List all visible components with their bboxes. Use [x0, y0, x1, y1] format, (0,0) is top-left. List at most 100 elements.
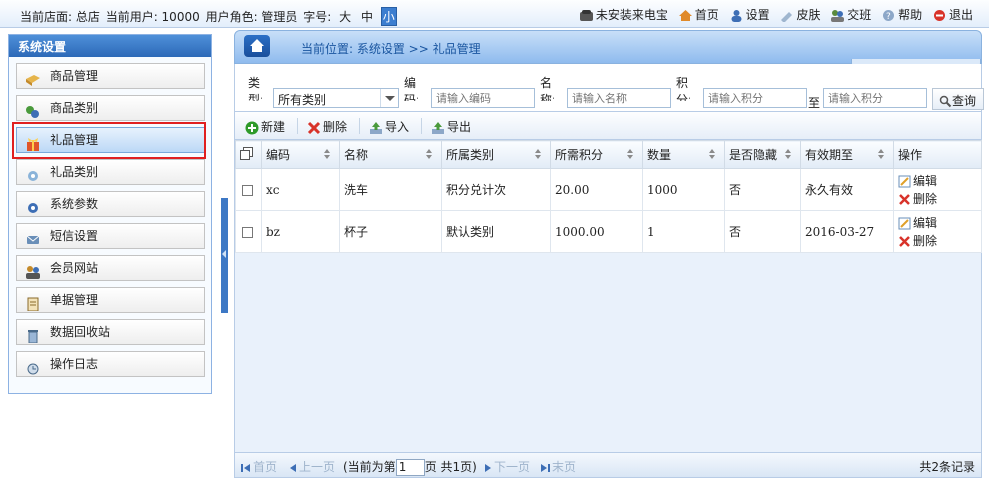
- sidebar-collapse-handle[interactable]: [221, 198, 228, 313]
- prev-page-label: 上一页: [299, 460, 336, 474]
- edit-icon: [898, 175, 911, 187]
- type-select[interactable]: 所有类别: [273, 88, 399, 108]
- sidebar-item-recycle-bin[interactable]: 数据回收站: [16, 319, 205, 345]
- code-label: 编码:: [404, 76, 418, 101]
- sidebar-item-label: 商品类别: [50, 101, 99, 115]
- select-all-header[interactable]: [235, 140, 262, 169]
- sidebar-item-product-management[interactable]: 商品管理: [16, 63, 205, 89]
- export-button[interactable]: 导出: [431, 118, 471, 135]
- column-header-label: 是否隐藏: [729, 148, 778, 162]
- first-page-icon: [241, 463, 250, 472]
- filter-bar: 类型: 所有类别 编码: 名称: 积分: 至 查询: [234, 64, 984, 112]
- cell-actions: 编辑 删除: [893, 168, 982, 211]
- column-header-category[interactable]: 所属类别: [441, 140, 551, 169]
- cell-hidden: 否: [724, 210, 801, 253]
- sidebar-item-label: 短信设置: [50, 229, 99, 243]
- pagination-bar: 首页 上一页 (当前为第 1 页 共1页) 下一页 末页 共2条记录: [234, 452, 982, 478]
- delete-link-label: 删除: [913, 191, 938, 206]
- table-row: xc 洗车 积分兑计次 20.00 1000 否 永久有效 编辑 删除: [235, 168, 982, 211]
- sort-icon: [785, 149, 792, 161]
- gift-table: 编码 名称 所属类别 所需积分 数量 是否隐藏 有效期至 操作 xc 洗车 积分…: [235, 140, 982, 253]
- breadcrumb: 当前位置: 系统设置 >> 礼品管理: [234, 30, 982, 71]
- font-size-medium[interactable]: 中: [359, 8, 375, 25]
- cell-name: 洗车: [339, 168, 442, 211]
- import-button-label: 导入: [385, 120, 410, 134]
- import-icon: [370, 121, 382, 134]
- sidebar-item-member-site[interactable]: 会员网站: [16, 255, 205, 281]
- font-size-small[interactable]: 小: [380, 7, 397, 26]
- next-page-button[interactable]: 下一页: [484, 458, 530, 475]
- exit-link[interactable]: 退出: [932, 8, 973, 22]
- sidebar: 系统设置 商品管理 商品类别 礼品管理 礼品类别 系统参数 短信设置 会员网站 …: [8, 34, 212, 394]
- type-select-value: 所有类别: [278, 93, 327, 107]
- cell-expiry: 2016-03-27: [800, 210, 894, 253]
- font-size-large[interactable]: 大: [337, 8, 353, 25]
- row-checkbox[interactable]: [242, 184, 253, 196]
- toolbar-divider: [297, 118, 298, 134]
- last-page-button[interactable]: 末页: [540, 458, 576, 475]
- top-links: 未安装来电宝 首页 设置 皮肤 交班 ? 帮助 退出: [573, 6, 973, 23]
- delete-link[interactable]: 删除: [898, 232, 981, 250]
- help-icon: ?: [883, 10, 895, 22]
- new-button[interactable]: 新建: [245, 118, 285, 135]
- cell-category: 默认类别: [441, 210, 551, 253]
- last-page-icon: [541, 463, 550, 472]
- sort-icon: [426, 149, 433, 161]
- code-input[interactable]: [431, 88, 535, 108]
- sidebar-menu: 商品管理 商品类别 礼品管理 礼品类别 系统参数 短信设置 会员网站 单据管理 …: [9, 57, 211, 377]
- sidebar-item-system-params[interactable]: 系统参数: [16, 191, 205, 217]
- name-input[interactable]: [567, 88, 671, 108]
- sidebar-item-gift-category[interactable]: 礼品类别: [16, 159, 205, 185]
- exit-icon: [933, 10, 945, 21]
- points-from-input[interactable]: [703, 88, 807, 108]
- column-header-code[interactable]: 编码: [261, 140, 340, 169]
- settings-link[interactable]: 设置: [729, 8, 770, 22]
- delete-link[interactable]: 删除: [898, 190, 981, 208]
- page-number-input[interactable]: 1: [395, 459, 425, 476]
- delete-button[interactable]: 删除: [307, 118, 347, 135]
- total-records: 共2条记录: [919, 460, 975, 474]
- sidebar-item-label: 数据回收站: [50, 325, 111, 339]
- sort-icon: [535, 149, 542, 161]
- delete-button-label: 删除: [323, 120, 348, 134]
- sidebar-item-document-management[interactable]: 单据管理: [16, 287, 205, 313]
- search-icon: [939, 95, 952, 108]
- cell-category: 积分兑计次: [441, 168, 551, 211]
- recycle-icon: [28, 330, 38, 343]
- phone-icon: [579, 10, 593, 21]
- column-header-points[interactable]: 所需积分: [550, 140, 643, 169]
- skin-link[interactable]: 皮肤: [779, 8, 820, 22]
- store-label: 当前店面: 总店: [20, 10, 100, 24]
- help-link[interactable]: ? 帮助: [881, 8, 922, 22]
- sort-icon: [709, 149, 716, 161]
- export-button-label: 导出: [447, 120, 472, 134]
- first-page-button[interactable]: 首页: [241, 458, 277, 475]
- edit-link[interactable]: 编辑: [898, 172, 981, 190]
- cell-actions: 编辑 删除: [893, 210, 982, 253]
- phone-link[interactable]: 未安装来电宝: [579, 8, 668, 22]
- top-bar: 当前店面: 总店 当前用户: 10000 用户角色: 管理员 字号: 大 中 小…: [0, 0, 989, 28]
- query-button[interactable]: 查询: [932, 88, 984, 110]
- home-button[interactable]: [244, 35, 270, 57]
- prev-page-button[interactable]: 上一页: [289, 458, 335, 475]
- points-to-input[interactable]: [823, 88, 927, 108]
- sidebar-item-operation-log[interactable]: 操作日志: [16, 351, 205, 377]
- skin-icon: [781, 12, 793, 22]
- export-icon: [432, 121, 444, 134]
- font-size-label: 字号:: [303, 10, 332, 24]
- edit-link-label: 编辑: [913, 215, 938, 230]
- column-header-label: 所属类别: [446, 148, 495, 162]
- column-header-quantity[interactable]: 数量: [642, 140, 725, 169]
- category-icon: [26, 106, 39, 118]
- import-button[interactable]: 导入: [369, 118, 409, 135]
- sidebar-item-sms-settings[interactable]: 短信设置: [16, 223, 205, 249]
- home-link[interactable]: 首页: [678, 8, 719, 22]
- column-header-expiry[interactable]: 有效期至: [800, 140, 894, 169]
- edit-icon: [898, 217, 911, 229]
- edit-link[interactable]: 编辑: [898, 214, 981, 232]
- handover-link[interactable]: 交班: [830, 8, 871, 22]
- sidebar-item-product-category[interactable]: 商品类别: [16, 95, 205, 121]
- column-header-hidden[interactable]: 是否隐藏: [724, 140, 801, 169]
- row-checkbox[interactable]: [242, 226, 253, 238]
- column-header-name[interactable]: 名称: [339, 140, 442, 169]
